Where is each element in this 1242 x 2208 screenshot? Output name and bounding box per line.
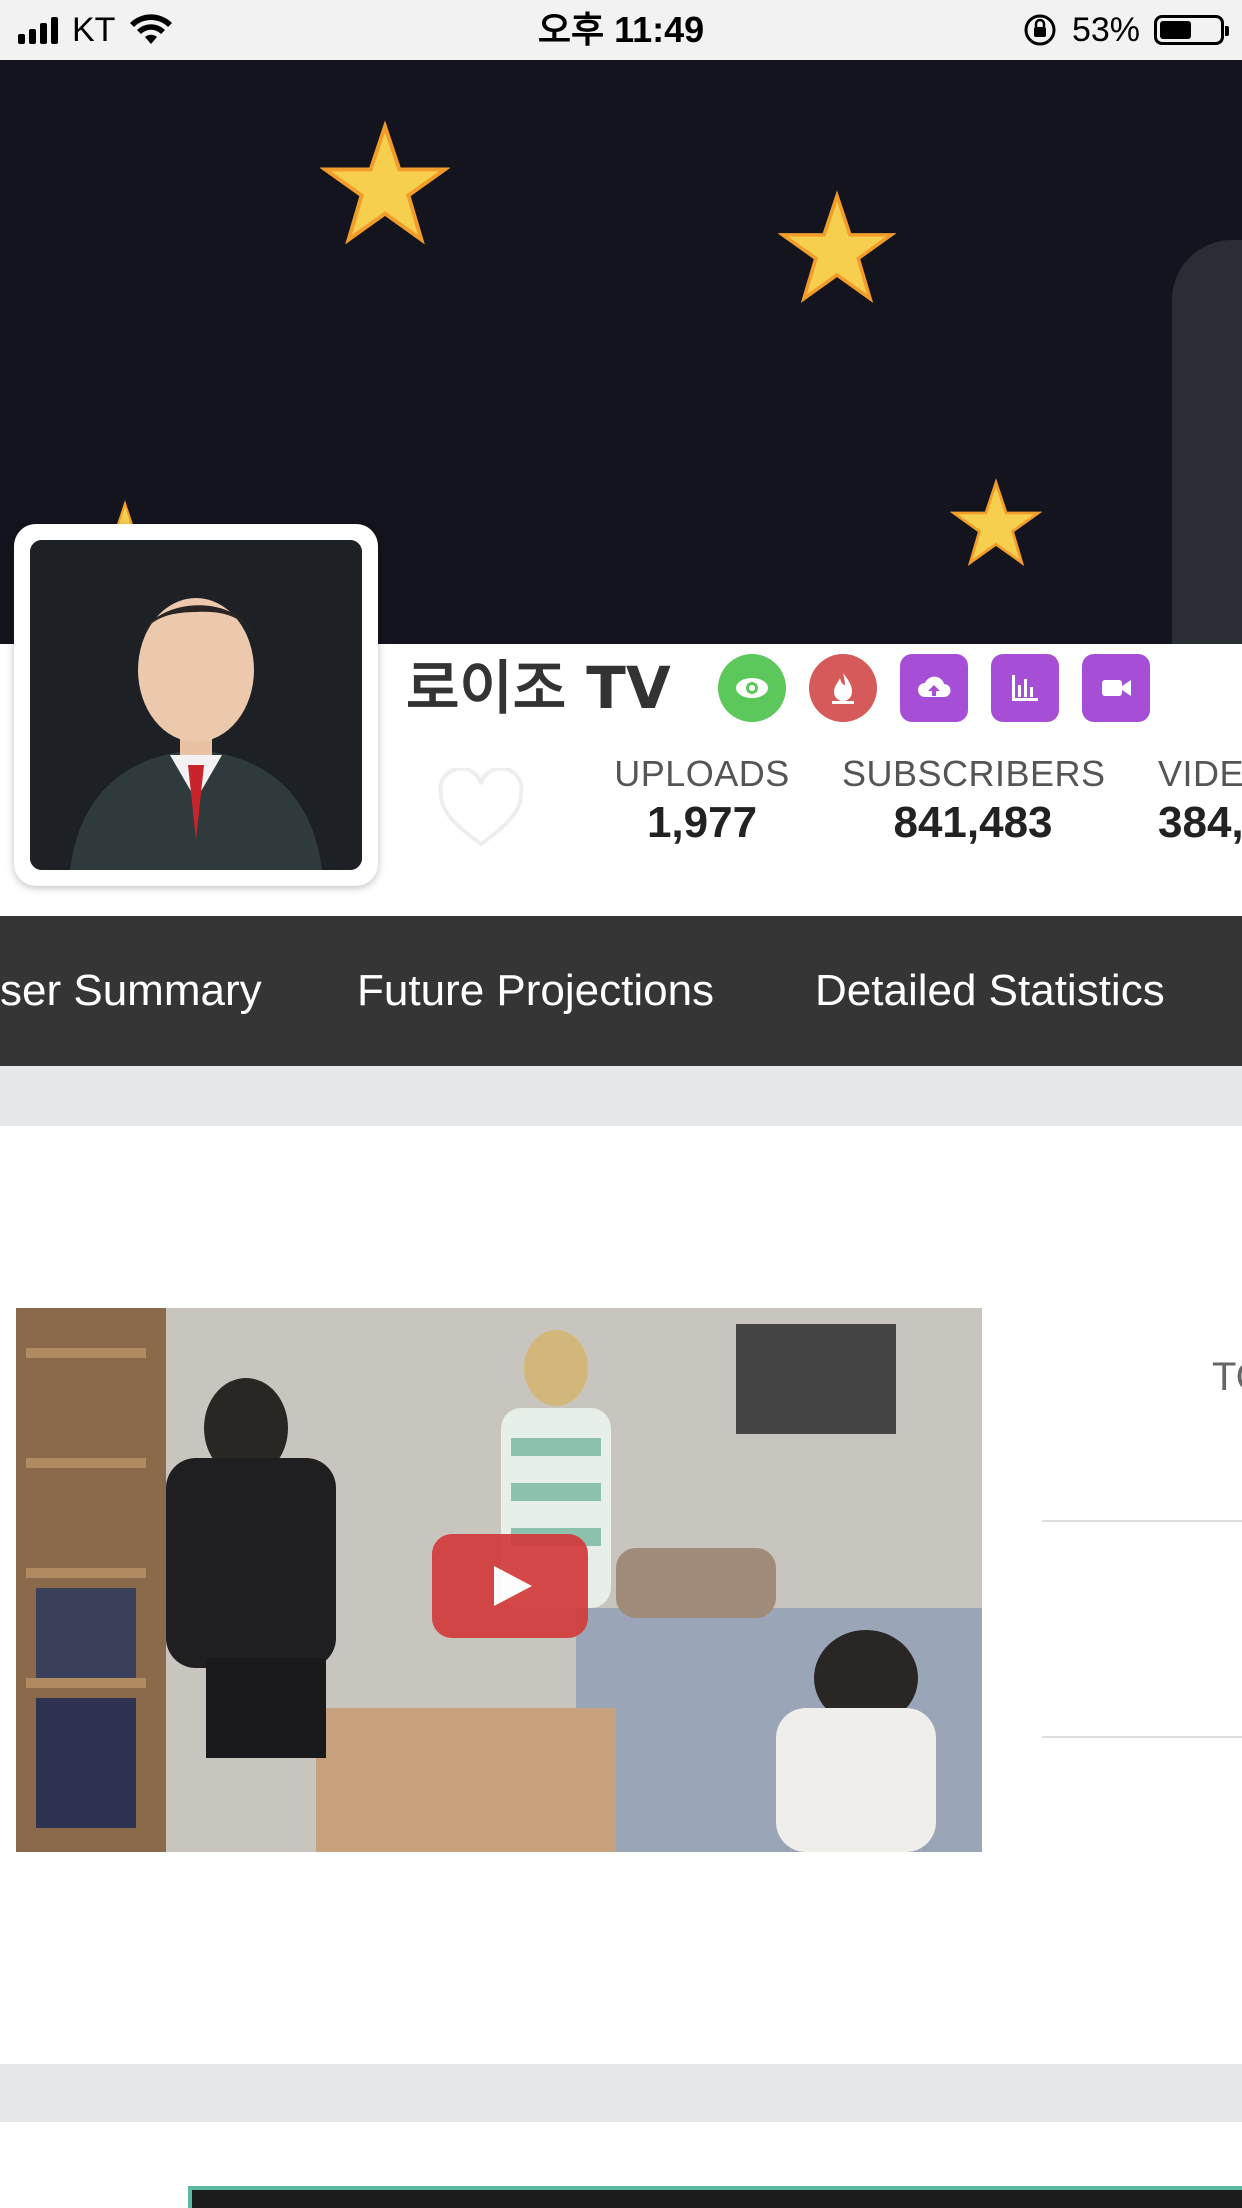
stat-label: VIDE	[1158, 753, 1242, 794]
heart-icon[interactable]	[436, 768, 526, 850]
channel-title: 로이조 TV	[406, 654, 671, 722]
battery-level	[1160, 21, 1191, 39]
tab-detailed-statistics[interactable]: Detailed Statistics	[815, 964, 1165, 1018]
battery-icon	[1154, 15, 1229, 45]
stat-video-views: VIDE 384,	[1158, 752, 1242, 850]
avatar-portrait	[30, 540, 362, 870]
cloud-upload-icon[interactable]	[900, 654, 968, 722]
video-thumbnail[interactable]	[16, 1308, 982, 1852]
side-panel-title: TO	[1212, 1355, 1242, 1399]
tab-future-projections[interactable]: Future Projections	[357, 964, 714, 1018]
battery-percent: 53%	[1071, 11, 1140, 49]
stat-label: SUBSCRIBERS	[842, 753, 1106, 794]
avatar-image	[30, 540, 362, 870]
stat-label: UPLOADS	[614, 753, 790, 794]
section-divider	[0, 1066, 1242, 1126]
banner-figure	[1172, 240, 1242, 644]
channel-badges	[718, 654, 1150, 722]
next-card[interactable]	[188, 2186, 1242, 2208]
star-icon	[778, 190, 896, 303]
star-icon	[950, 478, 1042, 567]
stat-value: 841,483	[893, 798, 1053, 847]
status-bar: KT 오후 11:49 53%	[0, 0, 1242, 60]
stat-subscribers: SUBSCRIBERS 841,483	[842, 752, 1106, 850]
bar-chart-icon[interactable]	[991, 654, 1059, 722]
stat-uploads: UPLOADS 1,977	[602, 752, 802, 850]
video-camera-icon[interactable]	[1082, 654, 1150, 722]
orientation-lock-icon	[1024, 14, 1056, 46]
divider	[1042, 1520, 1242, 1522]
divider	[1042, 1736, 1242, 1738]
stat-value: 384,	[1158, 798, 1242, 847]
play-button[interactable]	[432, 1534, 588, 1638]
stat-value: 1,977	[646, 798, 758, 847]
section-divider	[0, 2064, 1242, 2122]
eye-icon[interactable]	[718, 654, 786, 722]
flame-icon[interactable]	[809, 654, 877, 722]
tab-user-summary[interactable]: ser Summary	[0, 964, 262, 1018]
channel-avatar[interactable]	[14, 524, 378, 886]
star-icon	[320, 120, 450, 245]
tab-bar: ser Summary Future Projections Detailed …	[0, 916, 1242, 1066]
